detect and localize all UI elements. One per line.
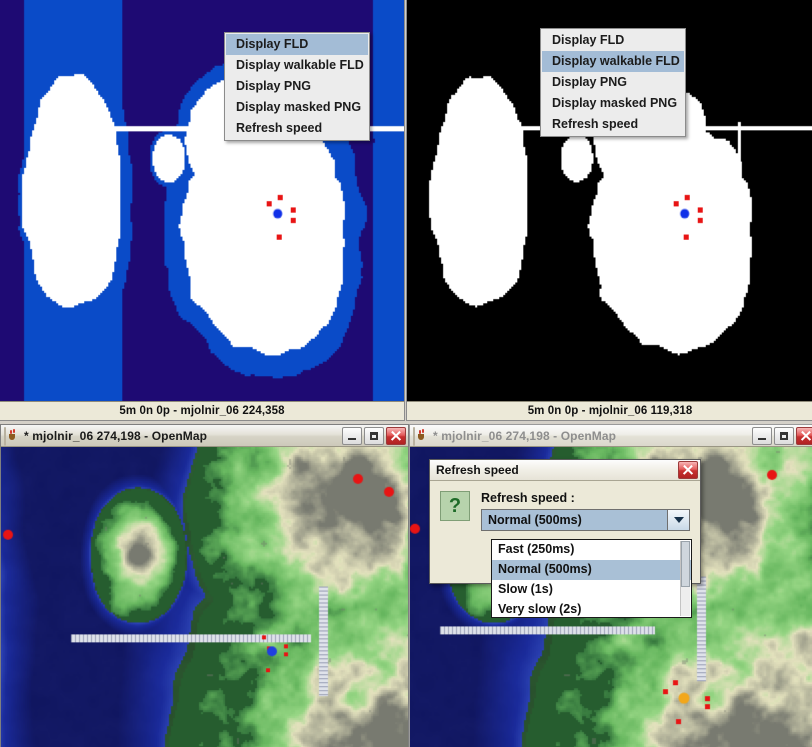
dropdown-option-fast[interactable]: Fast (250ms) xyxy=(492,540,691,560)
menu-item-display-fld[interactable]: Display FLD xyxy=(542,30,684,51)
menu-item-display-fld[interactable]: Display FLD xyxy=(226,34,368,55)
dialog-title: Refresh speed xyxy=(436,463,519,477)
menu-item-refresh-speed[interactable]: Refresh speed xyxy=(226,118,368,139)
menu-item-display-walkable-fld[interactable]: Display walkable FLD xyxy=(542,51,684,72)
bottom-right-titlebar[interactable]: * mjolnir_06 274,198 - OpenMap xyxy=(410,425,812,447)
close-button[interactable] xyxy=(386,426,406,445)
status-text: 5m 0n 0p - mjolnir_06 224,358 xyxy=(119,405,285,417)
dialog-close-button[interactable] xyxy=(678,461,698,479)
status-text: 5m 0n 0p - mjolnir_06 119,318 xyxy=(527,405,693,417)
close-button[interactable] xyxy=(796,426,812,445)
desktop: Display FLD Display walkable FLD Display… xyxy=(0,0,812,747)
dropdown-scrollbar-thumb[interactable] xyxy=(681,541,690,587)
window-title: * mjolnir_06 274,198 - OpenMap xyxy=(24,428,208,443)
refresh-speed-field: Refresh speed : Normal (500ms) xyxy=(481,491,690,531)
top-right-statusbar: 5m 0n 0p - mjolnir_06 119,318 xyxy=(407,401,812,420)
java-icon xyxy=(413,426,429,446)
context-menu-top-left[interactable]: Display FLD Display walkable FLD Display… xyxy=(224,32,370,141)
top-right-pane: Display FLD Display walkable FLD Display… xyxy=(407,0,812,420)
dropdown-option-normal[interactable]: Normal (500ms) xyxy=(492,560,691,580)
png-terrain-canvas[interactable] xyxy=(1,447,408,747)
minimize-button[interactable] xyxy=(342,426,362,445)
maximize-button[interactable] xyxy=(774,426,794,445)
refresh-speed-dropdown[interactable]: Fast (250ms) Normal (500ms) Slow (1s) Ve… xyxy=(491,539,692,618)
menu-item-display-masked-png[interactable]: Display masked PNG xyxy=(542,93,684,114)
bottom-left-titlebar[interactable]: * mjolnir_06 274,198 - OpenMap xyxy=(1,425,408,447)
window-bottom-left[interactable]: * mjolnir_06 274,198 - OpenMap xyxy=(0,424,409,747)
context-menu-top-right[interactable]: Display FLD Display walkable FLD Display… xyxy=(540,28,686,137)
dialog-body: ? Refresh speed : Normal (500ms) xyxy=(430,481,700,543)
dropdown-scrollbar[interactable] xyxy=(680,541,690,616)
question-icon: ? xyxy=(440,491,470,521)
top-left-pane: Display FLD Display walkable FLD Display… xyxy=(0,0,404,420)
dropdown-option-very-slow[interactable]: Very slow (2s) xyxy=(492,600,691,620)
chevron-down-icon[interactable] xyxy=(667,510,689,530)
menu-item-display-walkable-fld[interactable]: Display walkable FLD xyxy=(226,55,368,76)
dropdown-option-slow[interactable]: Slow (1s) xyxy=(492,580,691,600)
menu-item-display-masked-png[interactable]: Display masked PNG xyxy=(226,97,368,118)
top-left-statusbar: 5m 0n 0p - mjolnir_06 224,358 xyxy=(0,401,404,420)
question-icon-glyph: ? xyxy=(448,495,462,517)
window-title: * mjolnir_06 274,198 - OpenMap xyxy=(433,428,617,443)
refresh-speed-combobox[interactable]: Normal (500ms) xyxy=(481,509,690,531)
menu-item-display-png[interactable]: Display PNG xyxy=(542,72,684,93)
refresh-speed-label: Refresh speed : xyxy=(481,491,575,505)
dialog-titlebar[interactable]: Refresh speed xyxy=(430,460,700,481)
bottom-left-pane xyxy=(1,447,408,747)
maximize-button[interactable] xyxy=(364,426,384,445)
menu-item-refresh-speed[interactable]: Refresh speed xyxy=(542,114,684,135)
minimize-button[interactable] xyxy=(752,426,772,445)
window-top-left[interactable]: Display FLD Display walkable FLD Display… xyxy=(0,0,405,421)
java-icon xyxy=(4,426,20,446)
menu-item-display-png[interactable]: Display PNG xyxy=(226,76,368,97)
combobox-value: Normal (500ms) xyxy=(482,510,667,530)
window-top-right[interactable]: Display FLD Display walkable FLD Display… xyxy=(406,0,812,421)
